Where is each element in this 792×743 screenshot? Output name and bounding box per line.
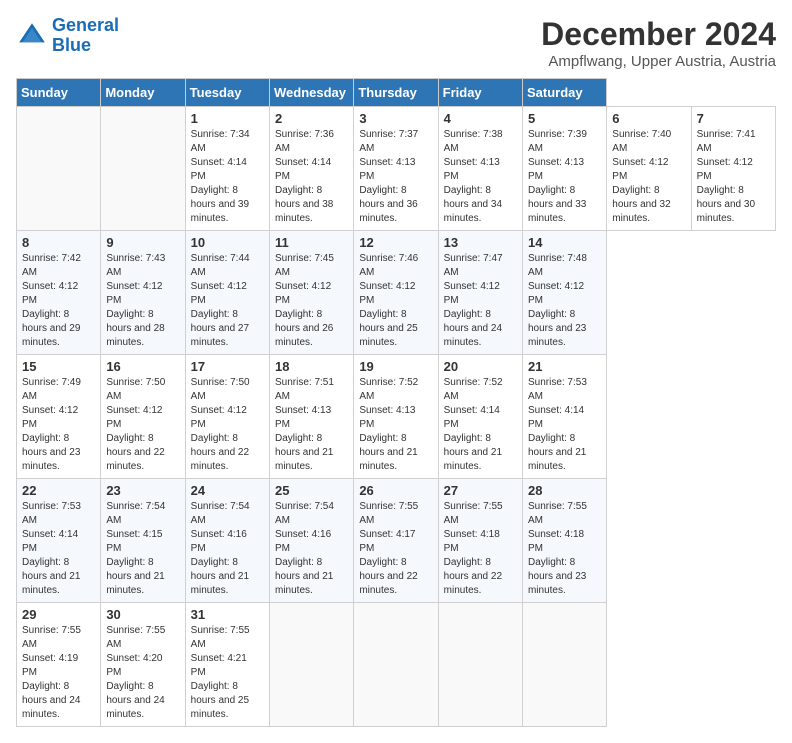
day-header-tuesday: Tuesday	[185, 79, 269, 107]
day-header-monday: Monday	[101, 79, 185, 107]
day-cell: 11Sunrise: 7:45 AMSunset: 4:12 PMDayligh…	[269, 231, 353, 355]
day-cell: 25Sunrise: 7:54 AMSunset: 4:16 PMDayligh…	[269, 479, 353, 603]
day-cell: 27Sunrise: 7:55 AMSunset: 4:18 PMDayligh…	[438, 479, 522, 603]
week-row: 1Sunrise: 7:34 AMSunset: 4:14 PMDaylight…	[17, 107, 776, 231]
day-cell: 31Sunrise: 7:55 AMSunset: 4:21 PMDayligh…	[185, 603, 269, 727]
week-row: 8Sunrise: 7:42 AMSunset: 4:12 PMDaylight…	[17, 231, 776, 355]
day-cell: 30Sunrise: 7:55 AMSunset: 4:20 PMDayligh…	[101, 603, 185, 727]
day-cell: 19Sunrise: 7:52 AMSunset: 4:13 PMDayligh…	[354, 355, 438, 479]
day-cell: 1Sunrise: 7:34 AMSunset: 4:14 PMDaylight…	[185, 107, 269, 231]
week-row: 15Sunrise: 7:49 AMSunset: 4:12 PMDayligh…	[17, 355, 776, 479]
day-header-thursday: Thursday	[354, 79, 438, 107]
day-cell: 14Sunrise: 7:48 AMSunset: 4:12 PMDayligh…	[522, 231, 606, 355]
day-header-sunday: Sunday	[17, 79, 101, 107]
day-cell: 4Sunrise: 7:38 AMSunset: 4:13 PMDaylight…	[438, 107, 522, 231]
day-cell: 20Sunrise: 7:52 AMSunset: 4:14 PMDayligh…	[438, 355, 522, 479]
day-cell	[522, 603, 606, 727]
calendar-table: SundayMondayTuesdayWednesdayThursdayFrid…	[16, 78, 776, 727]
title-block: December 2024 Ampflwang, Upper Austria, …	[541, 16, 776, 70]
day-cell: 18Sunrise: 7:51 AMSunset: 4:13 PMDayligh…	[269, 355, 353, 479]
day-cell: 21Sunrise: 7:53 AMSunset: 4:14 PMDayligh…	[522, 355, 606, 479]
day-cell: 17Sunrise: 7:50 AMSunset: 4:12 PMDayligh…	[185, 355, 269, 479]
empty-cell	[17, 107, 101, 231]
page-header: General Blue December 2024 Ampflwang, Up…	[16, 16, 776, 70]
day-cell: 16Sunrise: 7:50 AMSunset: 4:12 PMDayligh…	[101, 355, 185, 479]
day-header-wednesday: Wednesday	[269, 79, 353, 107]
day-cell	[354, 603, 438, 727]
day-cell: 12Sunrise: 7:46 AMSunset: 4:12 PMDayligh…	[354, 231, 438, 355]
day-cell: 28Sunrise: 7:55 AMSunset: 4:18 PMDayligh…	[522, 479, 606, 603]
day-cell	[269, 603, 353, 727]
day-header-saturday: Saturday	[522, 79, 606, 107]
empty-cell	[101, 107, 185, 231]
day-cell: 13Sunrise: 7:47 AMSunset: 4:12 PMDayligh…	[438, 231, 522, 355]
day-cell: 29Sunrise: 7:55 AMSunset: 4:19 PMDayligh…	[17, 603, 101, 727]
day-cell	[438, 603, 522, 727]
day-cell: 6Sunrise: 7:40 AMSunset: 4:12 PMDaylight…	[607, 107, 691, 231]
day-cell: 10Sunrise: 7:44 AMSunset: 4:12 PMDayligh…	[185, 231, 269, 355]
day-cell: 8Sunrise: 7:42 AMSunset: 4:12 PMDaylight…	[17, 231, 101, 355]
week-row: 22Sunrise: 7:53 AMSunset: 4:14 PMDayligh…	[17, 479, 776, 603]
day-cell: 9Sunrise: 7:43 AMSunset: 4:12 PMDaylight…	[101, 231, 185, 355]
logo-text: General Blue	[52, 16, 119, 56]
logo: General Blue	[16, 16, 119, 56]
day-cell: 2Sunrise: 7:36 AMSunset: 4:14 PMDaylight…	[269, 107, 353, 231]
day-cell: 15Sunrise: 7:49 AMSunset: 4:12 PMDayligh…	[17, 355, 101, 479]
day-cell: 24Sunrise: 7:54 AMSunset: 4:16 PMDayligh…	[185, 479, 269, 603]
logo-icon	[16, 20, 48, 52]
day-cell: 7Sunrise: 7:41 AMSunset: 4:12 PMDaylight…	[691, 107, 775, 231]
month-title: December 2024	[541, 16, 776, 53]
location: Ampflwang, Upper Austria, Austria	[541, 53, 776, 70]
day-cell: 22Sunrise: 7:53 AMSunset: 4:14 PMDayligh…	[17, 479, 101, 603]
day-cell: 3Sunrise: 7:37 AMSunset: 4:13 PMDaylight…	[354, 107, 438, 231]
day-cell: 23Sunrise: 7:54 AMSunset: 4:15 PMDayligh…	[101, 479, 185, 603]
week-row: 29Sunrise: 7:55 AMSunset: 4:19 PMDayligh…	[17, 603, 776, 727]
day-cell: 5Sunrise: 7:39 AMSunset: 4:13 PMDaylight…	[522, 107, 606, 231]
day-cell: 26Sunrise: 7:55 AMSunset: 4:17 PMDayligh…	[354, 479, 438, 603]
header-row: SundayMondayTuesdayWednesdayThursdayFrid…	[17, 79, 776, 107]
day-header-friday: Friday	[438, 79, 522, 107]
